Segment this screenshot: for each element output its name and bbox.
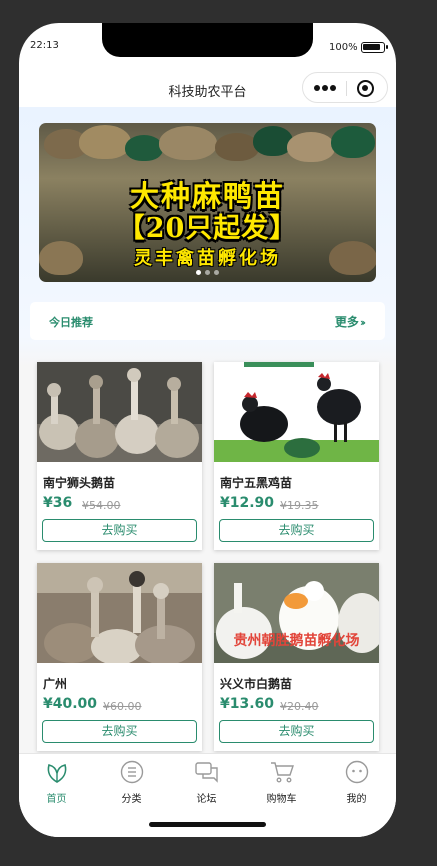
- tab-label: 购物车: [266, 794, 297, 805]
- close-miniprogram-icon[interactable]: [357, 80, 374, 97]
- more-options-icon[interactable]: [314, 85, 336, 91]
- product-card[interactable]: 南宁狮头鹅苗 ¥36 ¥54.00 去购买: [37, 362, 202, 550]
- buy-button[interactable]: 去购买: [219, 720, 374, 743]
- product-name: 南宁五黑鸡苗: [220, 476, 293, 490]
- product-image: [37, 563, 202, 663]
- category-icon: [120, 760, 143, 784]
- product-image: [37, 362, 202, 462]
- product-name: 南宁狮头鹅苗: [43, 476, 116, 490]
- product-card[interactable]: 贵州朝胜鹅苗孵化场 兴义市白鹅苗 ¥13.60 ¥20.40 去购买: [214, 563, 379, 751]
- tab-label: 论坛: [196, 794, 217, 805]
- tab-label: 我的: [346, 794, 367, 805]
- buy-button[interactable]: 去购买: [219, 519, 374, 542]
- tab-home[interactable]: 首页: [19, 760, 94, 805]
- carousel-indicators: [39, 270, 376, 275]
- home-indicator[interactable]: [149, 822, 266, 827]
- capsule-divider: [346, 81, 347, 96]
- phone-frame: 22:13 100% 科技助农平台 大种麻鸭苗 【20只起发】 灵丰禽苗孵化场 …: [19, 23, 396, 837]
- product-original-price: ¥54.00: [82, 499, 121, 512]
- product-image: [214, 362, 379, 462]
- double-chevron-right-icon: ››: [359, 316, 366, 329]
- main-content: 大种麻鸭苗 【20只起发】 灵丰禽苗孵化场 今日推荐 更多›› 南宁狮头鹅苗 ¥…: [19, 107, 396, 753]
- product-price: ¥13.60: [220, 696, 275, 712]
- nav-bar: 科技助农平台: [19, 71, 396, 107]
- recommend-title: 今日推荐: [49, 316, 93, 329]
- product-price: ¥36: [43, 495, 73, 511]
- home-leaf-icon: [47, 764, 66, 783]
- carousel-dot[interactable]: [205, 270, 210, 275]
- product-price: ¥40.00: [43, 696, 98, 712]
- recommend-header: 今日推荐 更多››: [30, 302, 385, 340]
- tab-profile[interactable]: 我的: [319, 760, 394, 805]
- carousel-dot[interactable]: [196, 270, 201, 275]
- buy-button[interactable]: 去购买: [42, 519, 197, 542]
- status-time: 22:13: [30, 40, 59, 51]
- banner-subheadline: 【20只起发】: [117, 213, 298, 244]
- battery-icon: [361, 42, 388, 53]
- product-card[interactable]: 广州 ¥40.00 ¥60.00 去购买: [37, 563, 202, 751]
- product-card[interactable]: 南宁五黑鸡苗 ¥12.90 ¥19.35 去购买: [214, 362, 379, 550]
- product-image: 贵州朝胜鹅苗孵化场: [214, 563, 379, 663]
- device-notch: [102, 23, 313, 57]
- cart-icon: [270, 762, 294, 783]
- battery-percentage: 100%: [329, 42, 358, 53]
- product-original-price: ¥20.40: [280, 700, 319, 713]
- product-price: ¥12.90: [220, 495, 275, 511]
- tab-category[interactable]: 分类: [94, 760, 169, 805]
- product-original-price: ¥60.00: [103, 700, 142, 713]
- banner-hatchery-name: 灵丰禽苗孵化场: [134, 248, 281, 269]
- product-original-price: ¥19.35: [280, 499, 319, 512]
- buy-button[interactable]: 去购买: [42, 720, 197, 743]
- tab-cart[interactable]: 购物车: [244, 760, 319, 805]
- product-name: 兴义市白鹅苗: [220, 677, 293, 691]
- tab-label: 分类: [121, 794, 142, 805]
- more-link[interactable]: 更多››: [334, 313, 366, 330]
- tab-forum[interactable]: 论坛: [169, 760, 244, 805]
- image-watermark: 贵州朝胜鹅苗孵化场: [233, 633, 360, 649]
- carousel-dot[interactable]: [214, 270, 219, 275]
- miniprogram-capsule: [302, 72, 388, 103]
- banner-carousel[interactable]: 大种麻鸭苗 【20只起发】 灵丰禽苗孵化场: [39, 123, 376, 282]
- forum-icon: [194, 762, 218, 783]
- product-name: 广州: [43, 677, 68, 691]
- more-link-label: 更多: [334, 315, 359, 329]
- profile-icon: [345, 760, 368, 784]
- tab-label: 首页: [46, 794, 67, 805]
